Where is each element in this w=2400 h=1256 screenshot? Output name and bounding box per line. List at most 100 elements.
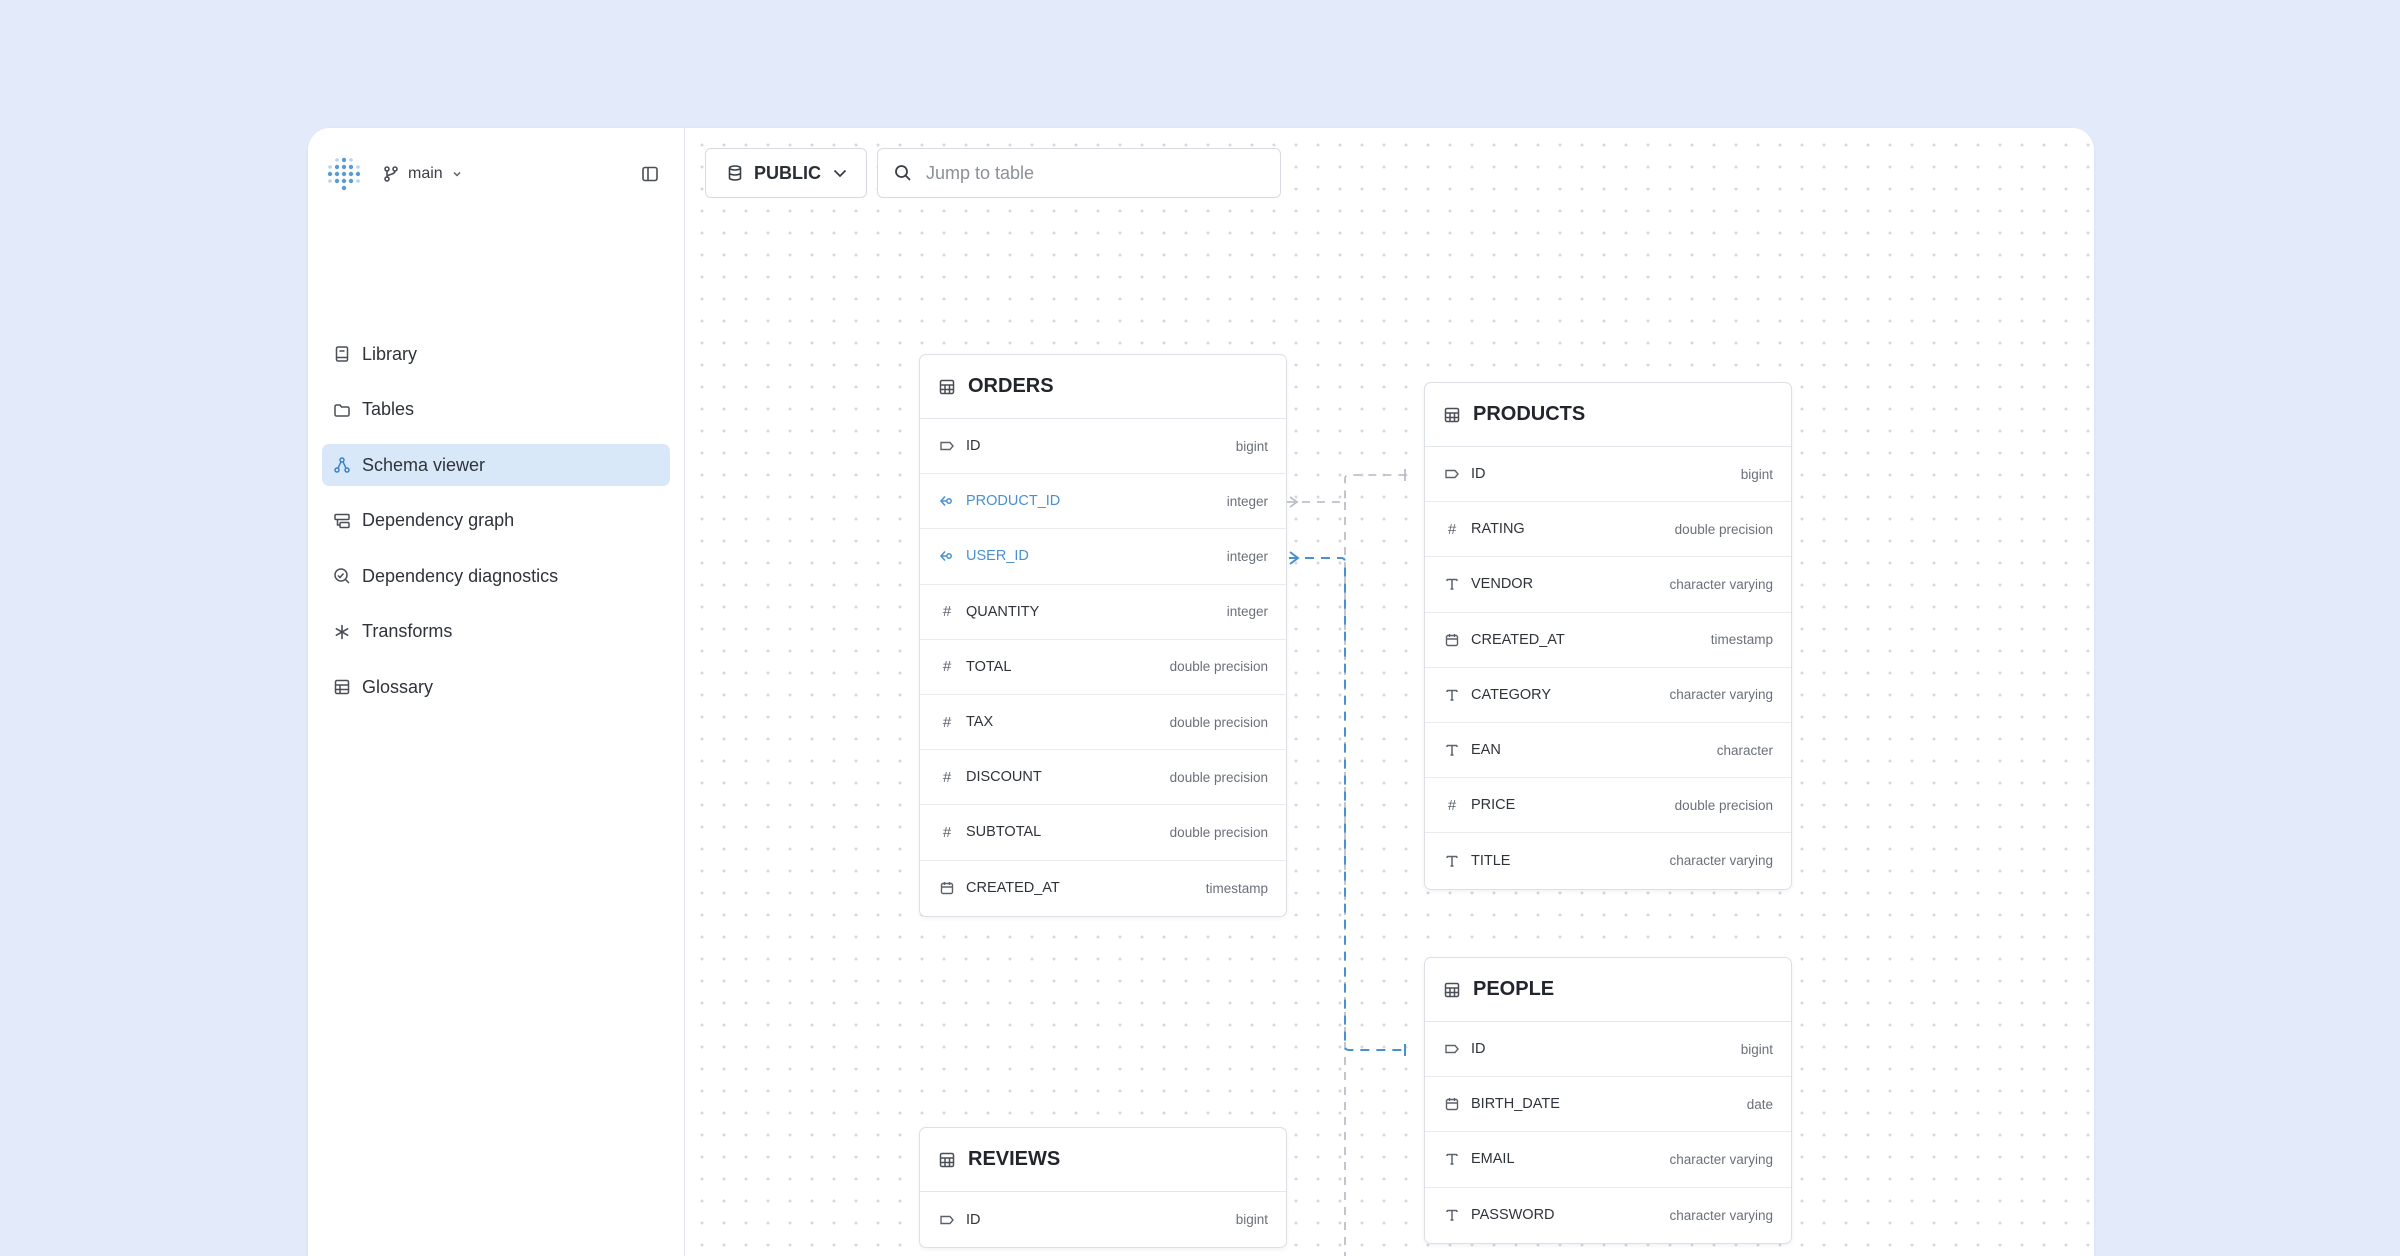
sidebar-item-label: Schema viewer [362, 454, 486, 475]
column-type: character varying [1669, 576, 1773, 592]
column-type: timestamp [1205, 880, 1268, 896]
column-row[interactable]: ID bigint [920, 1192, 1286, 1247]
column-row[interactable]: # PRICE double precision [1425, 778, 1791, 834]
text-icon [1443, 1150, 1461, 1168]
branch-name: main [408, 165, 443, 182]
table-card-people[interactable]: PEOPLE ID bigint BIRTH_DATE date EMAIL c… [1424, 957, 1792, 1244]
column-row[interactable]: VENDOR character varying [1425, 557, 1791, 613]
column-type: double precision [1674, 521, 1773, 537]
jump-to-table-search[interactable] [877, 148, 1281, 198]
hash-icon: # [942, 768, 952, 786]
column-row[interactable]: ID bigint [1425, 447, 1791, 503]
column-type: character varying [1669, 1207, 1773, 1223]
column-type: double precision [1674, 797, 1773, 813]
column-type: bigint [1740, 466, 1773, 482]
column-name: BIRTH_DATE [1471, 1096, 1560, 1113]
sidebar-item-dependency-diagnostics[interactable]: Dependency diagnostics [322, 555, 670, 597]
column-row[interactable]: CATEGORY character varying [1425, 668, 1791, 723]
search-icon [895, 165, 911, 181]
chevron-down-icon [453, 171, 461, 177]
sidebar-item-tables[interactable]: Tables [322, 389, 670, 431]
column-type: character varying [1669, 853, 1773, 869]
table-card-orders[interactable]: ORDERS ID bigint PRODUCT_ID integer USER… [919, 354, 1287, 917]
search-input[interactable] [926, 162, 1266, 184]
sidebar-item-glossary[interactable]: Glossary [322, 666, 670, 708]
column-type: double precision [1169, 714, 1268, 730]
table-card-header[interactable]: PEOPLE [1425, 958, 1791, 1022]
column-name: VENDOR [1471, 576, 1534, 593]
text-icon [1443, 1206, 1461, 1224]
sidebar-toggle-button[interactable] [638, 162, 662, 186]
text-icon [1443, 575, 1461, 593]
table-name: ORDERS [968, 375, 1054, 397]
sidebar-panel-icon [642, 166, 658, 182]
column-type: bigint [1235, 438, 1268, 454]
table-grid-icon [332, 677, 352, 697]
column-name: RATING [1471, 521, 1525, 538]
schema-icon [332, 455, 352, 475]
column-type: bigint [1740, 1041, 1773, 1057]
diagnostics-icon [332, 566, 352, 586]
schema-selector[interactable]: PUBLIC [705, 148, 867, 198]
column-row[interactable]: # DISCOUNT double precision [920, 750, 1286, 806]
table-card-reviews[interactable]: REVIEWS ID bigint [919, 1127, 1287, 1249]
column-row[interactable]: # TAX double precision [920, 695, 1286, 751]
app-window: main Library Tables Schema viewer Depend… [308, 128, 2094, 1256]
column-name: PASSWORD [1471, 1207, 1555, 1224]
key-tag-icon [1443, 1040, 1461, 1058]
column-name: PRODUCT_ID [966, 493, 1061, 510]
table-icon [939, 1152, 955, 1167]
column-row[interactable]: USER_ID integer [920, 529, 1286, 585]
column-row[interactable]: PASSWORD character varying [1425, 1188, 1791, 1243]
sidebar-item-dependency-graph[interactable]: Dependency graph [322, 500, 670, 542]
sidebar-item-library[interactable]: Library [322, 333, 670, 375]
table-card-header[interactable]: ORDERS [920, 355, 1286, 419]
asterisk-icon [332, 622, 352, 642]
column-row[interactable]: BIRTH_DATE date [1425, 1077, 1791, 1133]
key-tag-icon [1443, 465, 1461, 483]
sidebar-item-schema-viewer[interactable]: Schema viewer [322, 444, 670, 486]
edge-product-id-to-products [1287, 474, 1405, 1256]
arrow-head-user-id [1289, 551, 1300, 565]
table-card-header[interactable]: PRODUCTS [1425, 383, 1791, 447]
schema-canvas[interactable]: PUBLIC ORDE [685, 128, 2094, 1256]
column-row[interactable]: CREATED_AT timestamp [920, 861, 1286, 916]
column-type: character varying [1669, 687, 1773, 703]
book-icon [332, 344, 352, 364]
column-row[interactable]: ID bigint [1425, 1022, 1791, 1078]
logo-icon[interactable] [326, 156, 362, 192]
column-name: SUBTOTAL [966, 824, 1042, 841]
hash-icon: # [942, 603, 952, 621]
arrow-head-product-id [1289, 496, 1299, 508]
table-card-header[interactable]: REVIEWS [920, 1128, 1286, 1192]
column-name: QUANTITY [966, 603, 1040, 620]
branch-selector[interactable]: main [382, 161, 463, 187]
column-row[interactable]: TITLE character varying [1425, 833, 1791, 888]
column-row[interactable]: # SUBTOTAL double precision [920, 805, 1286, 861]
column-name: CREATED_AT [1471, 631, 1565, 648]
column-row[interactable]: EAN character [1425, 723, 1791, 779]
hash-icon: # [942, 658, 952, 676]
column-name: EMAIL [1471, 1151, 1515, 1168]
column-name: TAX [966, 714, 994, 731]
column-row[interactable]: # RATING double precision [1425, 502, 1791, 558]
column-row[interactable]: # QUANTITY integer [920, 585, 1286, 640]
key-tag-icon [938, 437, 956, 455]
column-row[interactable]: # TOTAL double precision [920, 640, 1286, 695]
table-icon [1444, 407, 1460, 422]
table-name: PEOPLE [1473, 978, 1555, 1000]
column-row[interactable]: PRODUCT_ID integer [920, 474, 1286, 530]
table-card-products[interactable]: PRODUCTS ID bigint # RATING double preci… [1424, 382, 1792, 890]
schema-selector-label: PUBLIC [754, 162, 821, 183]
column-name: DISCOUNT [966, 769, 1042, 786]
column-row[interactable]: EMAIL character varying [1425, 1132, 1791, 1188]
column-name: CREATED_AT [966, 880, 1060, 897]
table-name: REVIEWS [968, 1148, 1061, 1170]
column-type: double precision [1169, 769, 1268, 785]
hash-icon: # [942, 823, 952, 841]
sidebar-item-transforms[interactable]: Transforms [322, 611, 670, 653]
relationship-edges [1287, 469, 1406, 1256]
column-row[interactable]: CREATED_AT timestamp [1425, 613, 1791, 668]
column-row[interactable]: ID bigint [920, 419, 1286, 475]
sidebar-item-label: Dependency graph [362, 510, 515, 530]
